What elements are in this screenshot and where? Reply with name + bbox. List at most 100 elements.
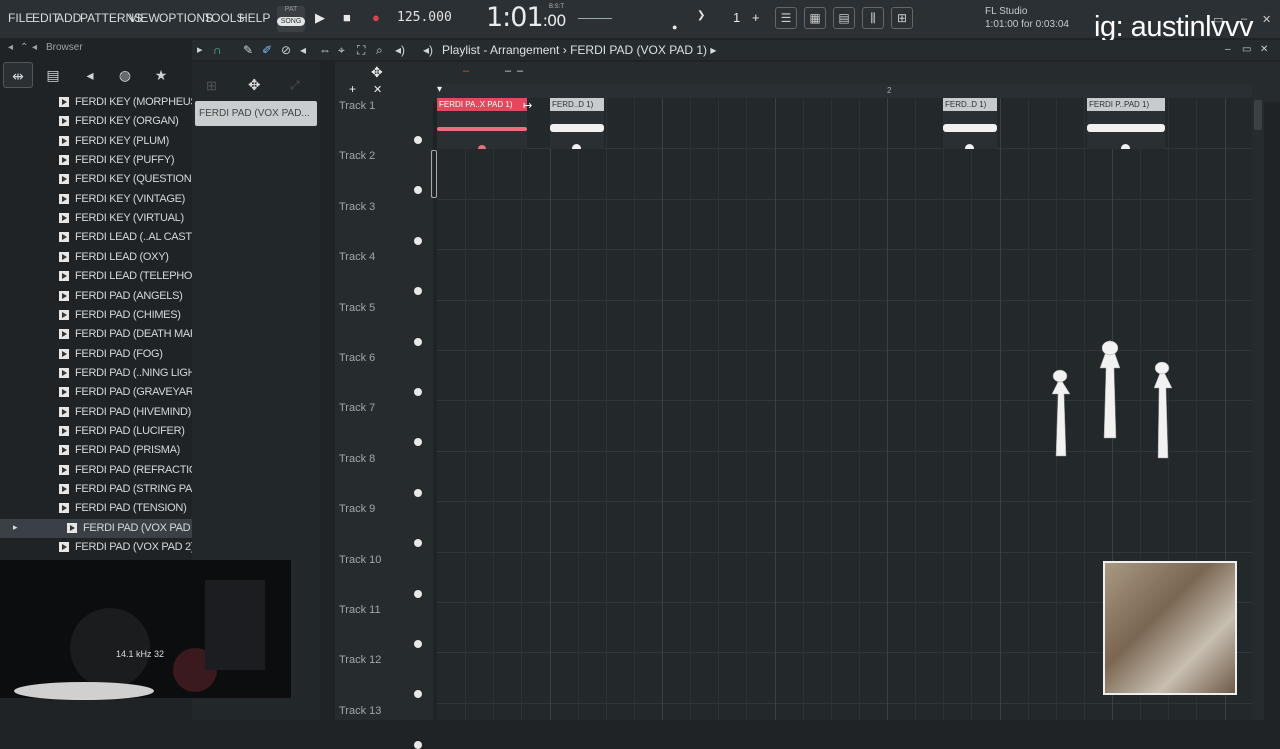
vertical-scrollbar[interactable]: [1252, 98, 1264, 720]
track-mute-toggle[interactable]: [414, 337, 422, 346]
slip-icon[interactable]: ⇔: [319, 43, 331, 57]
browser-file-item[interactable]: FERDI KEY (PLUM): [0, 132, 192, 151]
file-icon[interactable]: ▤: [38, 62, 68, 88]
playback-icon[interactable]: ◂): [395, 43, 405, 57]
arrow-up-icon[interactable]: ⌃: [20, 42, 28, 53]
browser-file-item[interactable]: FERDI KEY (PUFFY): [0, 151, 192, 170]
browser-file-item[interactable]: FERDI LEAD (..AL CASTLES): [0, 228, 192, 247]
expand-arrow-icon[interactable]: ▸: [13, 522, 18, 533]
track-label[interactable]: Track 13: [339, 705, 381, 717]
piano-roll-icon[interactable]: ▦: [804, 7, 826, 29]
browser-file-item[interactable]: FERDI PAD (STRING PAD): [0, 480, 192, 499]
browser-file-item[interactable]: FERDI PAD (VOX PAD 2): [0, 538, 192, 557]
pattern-prev-icon[interactable]: ❯: [697, 10, 705, 21]
browser-file-item[interactable]: FERDI PAD (VOX PAD 1): [0, 518, 192, 538]
track-mute-toggle[interactable]: [414, 740, 422, 749]
play-icon[interactable]: ▶: [315, 10, 325, 26]
browser-file-item[interactable]: FERDI PAD (TENSION): [0, 499, 192, 518]
browser-file-item[interactable]: FERDI KEY (VIRTUAL): [0, 209, 192, 228]
browser-file-item[interactable]: FERDI PAD (PRISMA): [0, 441, 192, 460]
browser-file-item[interactable]: FERDI PAD (GRAVEYARD): [0, 383, 192, 402]
browser-file-item[interactable]: FERDI PAD (LUCIFER): [0, 422, 192, 441]
stop-icon[interactable]: ■: [343, 10, 351, 25]
track-label[interactable]: Track 6: [339, 352, 375, 364]
pencil-icon[interactable]: ✎: [243, 43, 253, 57]
remove-track-icon[interactable]: ✕: [373, 83, 382, 96]
mute-icon[interactable]: ◂: [300, 43, 306, 57]
playlist-maximize-icon[interactable]: ▭: [1242, 44, 1251, 55]
track-label[interactable]: Track 2: [339, 150, 375, 162]
browser-file-item[interactable]: FERDI KEY (ORGAN): [0, 112, 192, 131]
loop-end-icon[interactable]: –: [517, 65, 523, 77]
magnet-icon[interactable]: ∩: [213, 43, 222, 57]
add-track-icon[interactable]: +: [349, 82, 356, 96]
track-mute-toggle[interactable]: [414, 136, 422, 144]
browser-file-item[interactable]: FERDI PAD (DEATH MARCH): [0, 325, 192, 344]
playlist-close-icon[interactable]: ✕: [1260, 44, 1268, 55]
browser-file-item[interactable]: FERDI PAD (FOG): [0, 345, 192, 364]
pat-song-toggle[interactable]: PAT SONG: [277, 6, 305, 32]
track-label[interactable]: Track 9: [339, 503, 375, 515]
track-scroll-handle[interactable]: [431, 150, 437, 198]
browser-file-item[interactable]: FERDI KEY (QUESTIONS): [0, 170, 192, 189]
playhead-icon[interactable]: ▾: [437, 84, 442, 95]
track-mute-toggle[interactable]: [414, 589, 422, 598]
playlist-window-icon[interactable]: ☰: [775, 7, 797, 29]
track-label[interactable]: Track 11: [339, 604, 381, 616]
all-icon[interactable]: ⇹: [3, 62, 33, 88]
playlist-minimize-icon[interactable]: –: [1225, 44, 1231, 55]
channel-rack-small-icon[interactable]: ⊞: [206, 78, 217, 94]
loop-start-icon[interactable]: –: [505, 65, 511, 77]
pattern-clip[interactable]: FERD..D 1): [943, 98, 997, 149]
track-mute-toggle[interactable]: [414, 488, 422, 497]
time-sig-marker[interactable]: –: [463, 65, 469, 77]
track-label[interactable]: Track 3: [339, 201, 375, 213]
track-label[interactable]: Track 4: [339, 251, 375, 263]
menu-add[interactable]: ADD: [56, 11, 81, 25]
speaker-icon[interactable]: ◂: [75, 62, 105, 88]
record-icon[interactable]: ●: [372, 10, 380, 25]
playlist-arrow-icon[interactable]: ▸: [197, 43, 203, 56]
brush-icon[interactable]: ✐: [262, 43, 272, 57]
slice-icon[interactable]: ⌖: [338, 43, 345, 58]
menu-view[interactable]: VIEW: [129, 11, 160, 25]
scroll-thumb[interactable]: [1254, 100, 1262, 130]
pattern-clip[interactable]: FERDI P..PAD 1): [1087, 98, 1165, 149]
delete-icon[interactable]: ⊘: [281, 43, 291, 57]
pattern-chip[interactable]: FERDI PAD (VOX PAD...: [195, 101, 317, 126]
star-icon[interactable]: ★: [146, 62, 176, 88]
tempo-display[interactable]: 125.000: [397, 10, 452, 25]
menu-help[interactable]: HELP: [239, 11, 270, 25]
browser-file-item[interactable]: FERDI KEY (MORPHEUS): [0, 93, 192, 112]
zoom-icon[interactable]: ⌕: [376, 43, 383, 58]
track-move-icon[interactable]: ✥: [371, 64, 383, 81]
track-mute-toggle[interactable]: [414, 236, 422, 245]
browser-file-item[interactable]: FERDI LEAD (TELEPHONE): [0, 267, 192, 286]
timeline-ruler[interactable]: [437, 84, 1252, 98]
browser-file-item[interactable]: FERDI PAD (CHIMES): [0, 306, 192, 325]
window-close-icon[interactable]: ✕: [1262, 13, 1271, 26]
pattern-clip[interactable]: FERD..D 1): [550, 98, 604, 149]
browser-file-item[interactable]: FERDI LEAD (OXY): [0, 248, 192, 267]
pattern-number[interactable]: 1: [733, 10, 740, 25]
track-label[interactable]: Track 5: [339, 302, 375, 314]
browser-file-item[interactable]: FERDI PAD (ANGELS): [0, 287, 192, 306]
playlist-speaker-icon[interactable]: ◂): [423, 43, 433, 57]
browser-file-item[interactable]: FERDI PAD (..NING LIGHT): [0, 364, 192, 383]
track-mute-toggle[interactable]: [414, 388, 422, 396]
channel-rack-icon[interactable]: ▤: [833, 7, 855, 29]
master-volume-slider[interactable]: [578, 18, 612, 19]
track-label[interactable]: Track 12: [339, 654, 381, 666]
select-icon[interactable]: ⛶: [357, 43, 365, 58]
mixer-icon[interactable]: ⫼: [862, 7, 884, 29]
move-icon[interactable]: ✥: [248, 76, 261, 94]
pattern-add-icon[interactable]: +: [752, 10, 760, 25]
track-mute-toggle[interactable]: [414, 640, 422, 648]
track-label[interactable]: Track 1: [339, 100, 375, 112]
globe-icon[interactable]: ◍: [110, 62, 140, 88]
pattern-clip[interactable]: FERDI PA..X PAD 1): [437, 98, 527, 149]
track-label[interactable]: Track 8: [339, 453, 375, 465]
browser-file-item[interactable]: FERDI KEY (VINTAGE): [0, 190, 192, 209]
arrow-left-icon[interactable]: ◂: [8, 42, 13, 53]
track-label[interactable]: Track 7: [339, 402, 375, 414]
